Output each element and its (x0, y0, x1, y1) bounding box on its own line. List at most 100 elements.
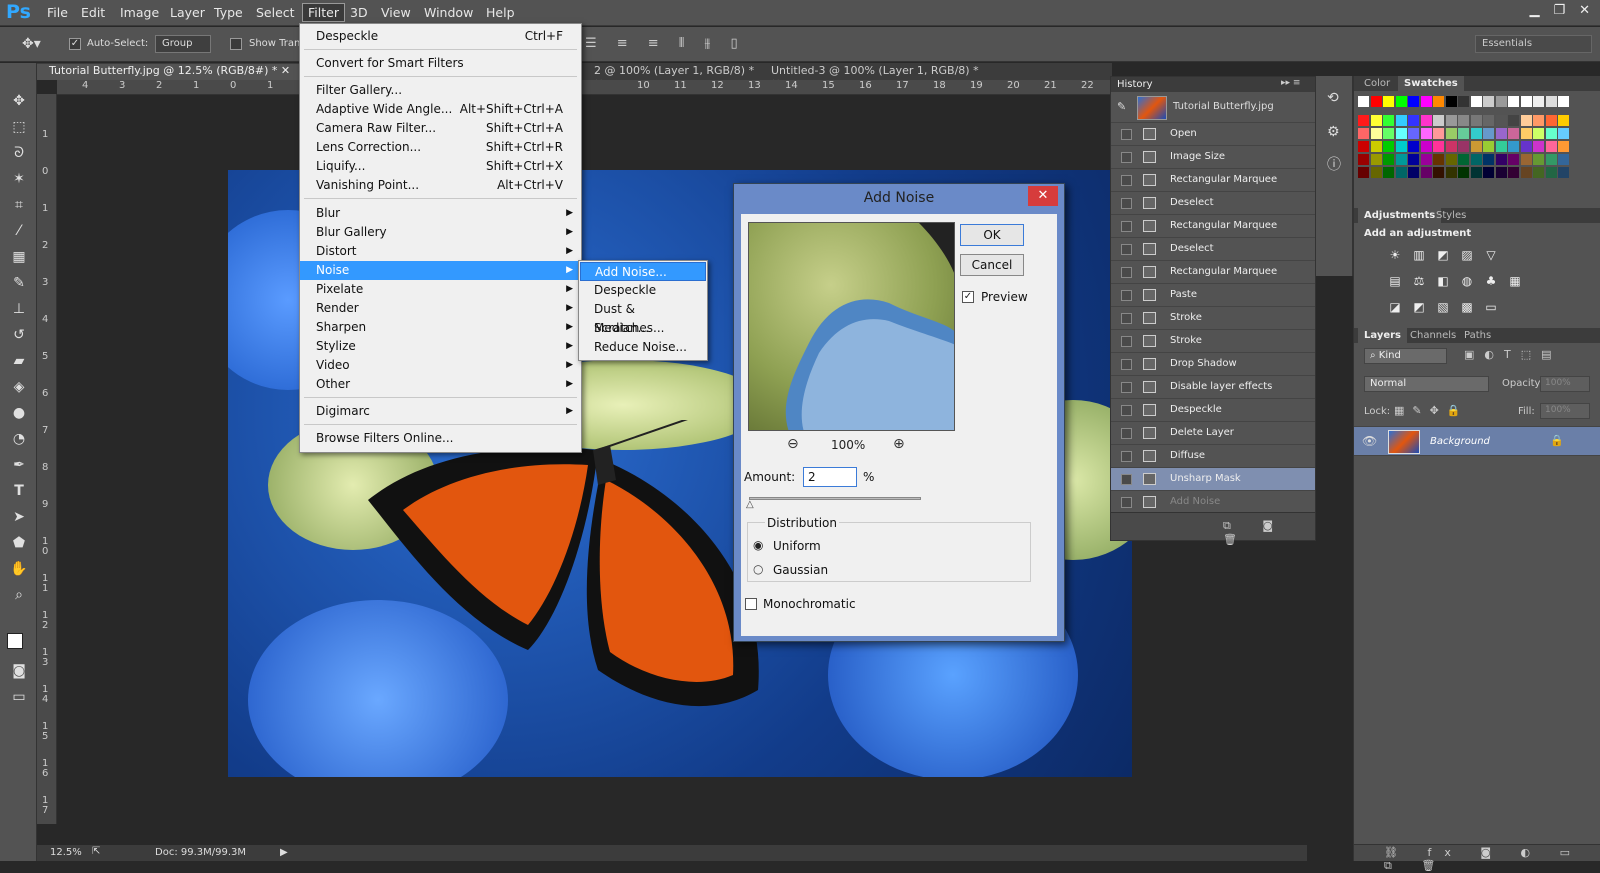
zoom-level[interactable]: 12.5% (50, 847, 82, 858)
color-swatch[interactable] (1558, 128, 1569, 139)
color-swatch[interactable] (1508, 128, 1519, 139)
color-swatch[interactable] (1370, 141, 1382, 152)
color-swatch[interactable] (1358, 141, 1369, 152)
tab-channels[interactable]: Channels (1404, 330, 1462, 341)
filter-submenu-distort[interactable]: Distort ▶ (300, 242, 581, 261)
stamp-tool-icon[interactable]: ⊥ (8, 301, 30, 321)
noise-reduce-noise[interactable]: Reduce Noise... (580, 338, 706, 357)
filter-submenu-render[interactable]: Render ▶ (300, 299, 581, 318)
history-item[interactable]: Unsharp Mask (1111, 468, 1315, 491)
color-swatch[interactable] (1370, 115, 1382, 126)
color-swatch[interactable] (1445, 115, 1457, 126)
color-swatch[interactable] (1508, 96, 1519, 107)
properties-panel-icon[interactable]: ⚙ (1327, 124, 1340, 140)
quick-mask-icon[interactable]: ◙ (8, 663, 30, 683)
color-swatch[interactable] (1395, 128, 1407, 139)
path-selection-icon[interactable]: ➤ (8, 509, 30, 529)
filter-submenu-other[interactable]: Other ▶ (300, 375, 581, 394)
visibility-eye-icon[interactable]: 👁 (1362, 434, 1377, 448)
color-swatch[interactable] (1545, 128, 1557, 139)
noise-dust-scratches[interactable]: Dust & Scratches... (580, 300, 706, 335)
noise-despeckle[interactable]: Despeckle (580, 281, 706, 300)
blur-tool-icon[interactable]: ● (8, 405, 30, 425)
color-swatch[interactable] (1483, 167, 1494, 178)
color-swatch[interactable] (1495, 141, 1507, 152)
history-item[interactable]: Add Noise (1111, 491, 1315, 514)
invert-icon[interactable]: ◪ (1388, 300, 1402, 314)
menu-select[interactable]: Select (253, 5, 298, 20)
color-swatch[interactable] (1495, 154, 1507, 165)
tab-swatches[interactable]: Swatches (1398, 76, 1464, 91)
color-swatch[interactable] (1370, 128, 1382, 139)
hue-saturation-icon[interactable]: ▤ (1388, 274, 1402, 288)
filter-submenu-blur[interactable]: Blur ▶ (300, 204, 581, 223)
layer-name[interactable]: Background (1430, 436, 1490, 447)
history-item[interactable]: Rectangular Marquee (1111, 261, 1315, 284)
color-swatch[interactable] (1458, 96, 1469, 107)
color-swatch[interactable] (1495, 167, 1507, 178)
tab-untitled-3[interactable]: Untitled-3 @ 100% (Layer 1, RGB/8) * ✕ (759, 64, 989, 90)
history-item[interactable]: Paste (1111, 284, 1315, 307)
color-swatch[interactable] (1520, 128, 1532, 139)
color-swatch[interactable] (1495, 96, 1507, 107)
color-swatch[interactable] (1533, 115, 1544, 126)
status-arrow-icon[interactable]: ▶ (280, 847, 288, 858)
color-swatch[interactable] (1470, 96, 1482, 107)
tab-tutorial-butterfly[interactable]: Tutorial Butterfly.jpg @ 12.5% (RGB/8#) … (37, 64, 307, 80)
monochromatic-checkbox[interactable] (745, 597, 757, 610)
history-footer-icons[interactable]: ⧉ ◙ 🗑 (1223, 519, 1315, 546)
color-swatch[interactable] (1395, 115, 1407, 126)
color-swatch[interactable] (1383, 128, 1394, 139)
cancel-button[interactable]: Cancel (960, 254, 1024, 276)
color-swatch[interactable] (1520, 167, 1532, 178)
color-swatch[interactable] (1433, 128, 1444, 139)
color-swatch[interactable] (1408, 128, 1419, 139)
color-swatch[interactable] (1458, 154, 1469, 165)
photo-filter-icon[interactable]: ◍ (1460, 274, 1474, 288)
zoom-out-icon[interactable]: ⊖ (787, 436, 799, 452)
zoom-in-icon[interactable]: ⊕ (893, 436, 905, 452)
filter-submenu-video[interactable]: Video ▶ (300, 356, 581, 375)
layer-row-background[interactable]: 👁 Background 🔒 (1354, 426, 1600, 456)
history-checkbox[interactable] (1121, 474, 1132, 485)
history-checkbox[interactable] (1121, 497, 1132, 508)
color-swatch[interactable] (1445, 154, 1457, 165)
color-swatch[interactable] (1495, 115, 1507, 126)
eraser-tool-icon[interactable]: ▰ (8, 353, 30, 373)
color-swatch[interactable] (1408, 96, 1419, 107)
history-checkbox[interactable] (1121, 129, 1132, 140)
auto-select-dropdown[interactable]: Group (155, 35, 211, 53)
curves-icon[interactable]: ◩ (1436, 248, 1450, 262)
history-item[interactable]: Drop Shadow (1111, 353, 1315, 376)
history-checkbox[interactable] (1121, 359, 1132, 370)
history-item[interactable]: Diffuse (1111, 445, 1315, 468)
history-brush-source-icon[interactable]: ✎ (1117, 100, 1126, 113)
color-swatch[interactable] (1470, 167, 1482, 178)
blend-mode-dropdown[interactable]: Normal (1364, 376, 1489, 392)
color-swatch[interactable] (1358, 154, 1369, 165)
menu-file[interactable]: File (44, 5, 71, 20)
history-item[interactable]: Stroke (1111, 330, 1315, 353)
amount-input[interactable]: 2 (803, 467, 857, 487)
paint-bucket-icon[interactable]: ◈ (8, 379, 30, 399)
close-tab-icon[interactable]: ✕ (281, 64, 290, 77)
history-item[interactable]: Stroke (1111, 307, 1315, 330)
filter-menu-item[interactable]: Lens Correction... Shift+Ctrl+R (300, 138, 581, 157)
color-swatch[interactable] (1458, 141, 1469, 152)
history-panel-icon[interactable]: ⟲ (1327, 90, 1339, 106)
filter-menu-item[interactable]: Camera Raw Filter... Shift+Ctrl+A (300, 119, 581, 138)
channel-mixer-icon[interactable]: ♣ (1484, 274, 1498, 288)
shape-tool-icon[interactable]: ⬟ (8, 535, 30, 555)
history-item[interactable]: Deselect (1111, 238, 1315, 261)
filter-preview[interactable] (748, 222, 955, 431)
color-swatch[interactable] (1433, 154, 1444, 165)
history-checkbox[interactable] (1121, 221, 1132, 232)
fill-input[interactable]: 100% (1540, 403, 1590, 419)
history-checkbox[interactable] (1121, 382, 1132, 393)
color-swatch[interactable] (1470, 115, 1482, 126)
magic-wand-icon[interactable]: ✶ (8, 171, 30, 191)
amount-slider-handle[interactable]: △ (746, 499, 754, 510)
close-icon[interactable]: ✕ (1579, 3, 1590, 18)
color-swatch[interactable] (1420, 128, 1432, 139)
color-swatch[interactable] (1445, 128, 1457, 139)
